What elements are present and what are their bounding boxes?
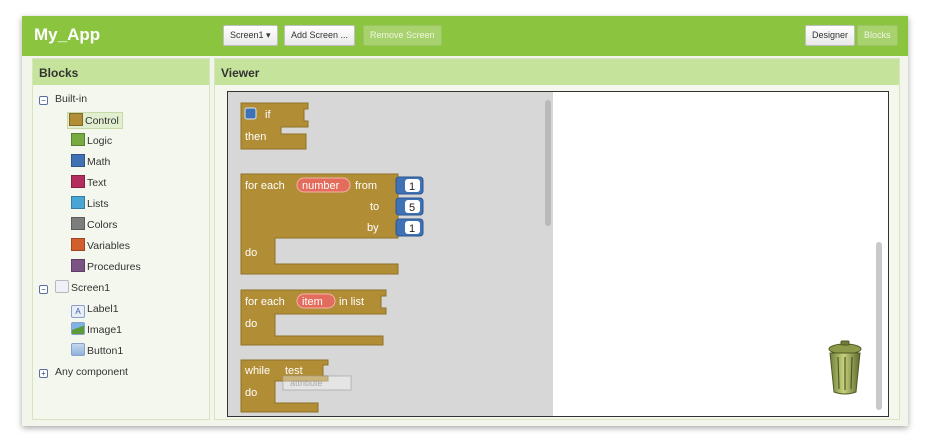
tree-item-label: Procedures — [87, 261, 141, 273]
mutator-gear-icon[interactable] — [244, 107, 257, 120]
app-window: My_App Screen1 ▾ Add Screen ... Remove S… — [22, 16, 908, 426]
for-each-list-block[interactable]: for each item in list do — [240, 289, 387, 346]
do-label: do — [245, 387, 257, 399]
ghost-block-text: attribute — [290, 378, 323, 388]
tree-item-button1[interactable]: Button1 — [71, 343, 123, 360]
tree-item-control[interactable]: Control — [67, 112, 123, 129]
tree-item-variables[interactable]: Variables — [71, 238, 130, 255]
image-component-icon — [71, 322, 85, 335]
from-label: from — [355, 180, 377, 192]
tree-node-any-component[interactable]: + Any component — [39, 364, 128, 381]
math-color-icon — [71, 154, 85, 167]
top-bar: My_App Screen1 ▾ Add Screen ... Remove S… — [22, 16, 908, 56]
test-label: test — [285, 365, 303, 377]
collapse-icon[interactable]: − — [39, 285, 48, 294]
from-value: 1 — [409, 181, 415, 193]
variable-name: item — [302, 296, 323, 308]
tree-item-label: Math — [87, 156, 111, 168]
tree-item-label: Text — [87, 177, 107, 189]
tree-item-label: Lists — [87, 198, 109, 210]
tree-item-label: Variables — [87, 240, 130, 252]
tree-item-text[interactable]: Text — [71, 175, 106, 192]
to-label: to — [370, 201, 379, 213]
tree-item-label1[interactable]: A Label1 — [71, 301, 119, 318]
tree-item-math[interactable]: Math — [71, 154, 110, 171]
by-number-block[interactable]: 1 — [395, 218, 424, 237]
to-number-block[interactable]: 5 — [395, 197, 424, 216]
viewer-panel-header: Viewer — [215, 59, 899, 85]
tree-node-label: Built-in — [55, 93, 88, 105]
for-each-range-block[interactable]: for each number from to by do 1 5 1 — [240, 173, 424, 275]
do-label: do — [245, 318, 257, 330]
to-value: 5 — [409, 202, 415, 214]
tree-item-procedures[interactable]: Procedures — [71, 259, 141, 276]
procedures-color-icon — [71, 259, 85, 272]
tree-item-label: Button1 — [87, 345, 124, 357]
blocks-button[interactable]: Blocks — [857, 25, 898, 46]
tree-item-image1[interactable]: Image1 — [71, 322, 122, 339]
while-label: while — [244, 365, 270, 377]
control-color-icon — [69, 113, 83, 126]
remove-screen-button[interactable]: Remove Screen — [363, 25, 442, 46]
variables-color-icon — [71, 238, 85, 251]
blocks-workspace[interactable]: if then for each number from to by do 1 … — [227, 91, 889, 417]
workspace-scrollbar[interactable] — [876, 242, 882, 410]
blocks-flyout: if then for each number from to by do 1 … — [228, 92, 553, 416]
from-number-block[interactable]: 1 — [395, 176, 424, 195]
for-each-label: for each — [245, 296, 285, 308]
then-label: then — [245, 131, 266, 143]
colors-color-icon — [71, 217, 85, 230]
if-label: if — [265, 109, 271, 121]
if-then-block[interactable]: if then — [240, 102, 309, 150]
add-screen-button[interactable]: Add Screen ... — [284, 25, 356, 46]
screen-icon — [55, 280, 69, 293]
flyout-scrollbar[interactable] — [545, 100, 551, 226]
tree-item-label: Image1 — [87, 324, 123, 336]
screen-dropdown[interactable]: Screen1 ▾ — [223, 25, 278, 46]
tree-node-screen1[interactable]: − Screen1 — [39, 280, 110, 297]
viewer-panel: Viewer if then for each number from to b… — [214, 58, 900, 420]
button-component-icon — [71, 343, 85, 356]
tree-item-label: Logic — [87, 135, 113, 147]
by-label: by — [367, 222, 379, 234]
by-value: 1 — [409, 223, 415, 235]
logic-color-icon — [71, 133, 85, 146]
app-title: My_App — [34, 25, 101, 44]
in-list-label: in list — [339, 296, 364, 308]
tree-node-builtin[interactable]: − Built-in — [39, 91, 87, 108]
collapse-icon[interactable]: − — [39, 96, 48, 105]
for-each-label: for each — [245, 180, 285, 192]
tree-item-lists[interactable]: Lists — [71, 196, 109, 213]
do-label: do — [245, 247, 257, 259]
text-color-icon — [71, 175, 85, 188]
blocks-panel-header: Blocks — [33, 59, 209, 85]
flyout-blocks: if then for each number from to by do 1 … — [240, 102, 424, 413]
while-block[interactable]: while test do attribute — [240, 359, 352, 413]
blocks-panel: Blocks − Built-in Control Logic Math Text… — [32, 58, 210, 420]
tree-item-colors[interactable]: Colors — [71, 217, 117, 234]
tree-node-label: Any component — [55, 366, 128, 378]
tree-item-label: Control — [85, 115, 119, 127]
variable-name: number — [302, 180, 340, 192]
label-component-icon: A — [71, 305, 85, 318]
trash-can-icon[interactable] — [824, 340, 866, 396]
tree-item-label: Colors — [87, 219, 118, 231]
expand-icon[interactable]: + — [39, 369, 48, 378]
lists-color-icon — [71, 196, 85, 209]
tree-item-logic[interactable]: Logic — [71, 133, 112, 150]
tree-item-label: Label1 — [87, 303, 119, 315]
designer-button[interactable]: Designer — [805, 25, 856, 46]
tree-node-label: Screen1 — [71, 282, 111, 294]
